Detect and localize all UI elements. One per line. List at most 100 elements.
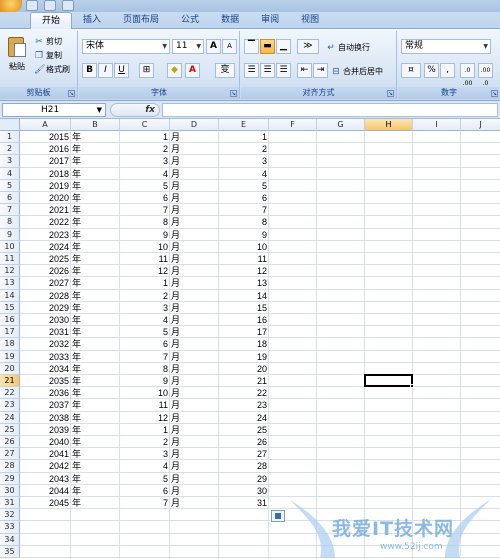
cell-b7[interactable]: 年 bbox=[71, 204, 119, 216]
cell-b23[interactable]: 年 bbox=[71, 399, 119, 411]
cell-c23[interactable]: 11 bbox=[120, 399, 168, 411]
cell-d3[interactable]: 月 bbox=[170, 155, 218, 167]
redo-icon[interactable] bbox=[62, 0, 74, 11]
cell-c21[interactable]: 9 bbox=[120, 375, 168, 387]
tab-1[interactable]: 插入 bbox=[72, 12, 112, 29]
cell-c25[interactable]: 1 bbox=[120, 424, 168, 436]
tab-4[interactable]: 数据 bbox=[210, 12, 250, 29]
grow-font-button[interactable]: A bbox=[206, 39, 221, 54]
cell-c30[interactable]: 6 bbox=[120, 485, 168, 497]
cell-c15[interactable]: 3 bbox=[120, 302, 168, 314]
wrap-text-button[interactable]: ↵ 自动换行 bbox=[326, 41, 370, 54]
cell-e23[interactable]: 23 bbox=[219, 399, 267, 411]
row-header[interactable]: 5 bbox=[0, 179, 20, 192]
cell-c24[interactable]: 12 bbox=[120, 412, 168, 424]
cell-b27[interactable]: 年 bbox=[71, 448, 119, 460]
cell-c1[interactable]: 1 bbox=[120, 131, 168, 143]
cell-a25[interactable]: 2039 bbox=[20, 424, 69, 436]
cell-d22[interactable]: 月 bbox=[170, 387, 218, 399]
cell-d16[interactable]: 月 bbox=[170, 314, 218, 326]
fill-color-button[interactable]: ◆ bbox=[167, 63, 182, 78]
cell-d18[interactable]: 月 bbox=[170, 338, 218, 350]
cell-b31[interactable]: 年 bbox=[71, 497, 119, 509]
cell-b29[interactable]: 年 bbox=[71, 473, 119, 485]
row-header[interactable]: 2 bbox=[0, 143, 20, 156]
cell-b5[interactable]: 年 bbox=[71, 180, 119, 192]
cell-e11[interactable]: 11 bbox=[219, 253, 267, 265]
cell-c10[interactable]: 10 bbox=[120, 241, 168, 253]
cell-b19[interactable]: 年 bbox=[71, 351, 119, 363]
cell-e26[interactable]: 26 bbox=[219, 436, 267, 448]
cell-c8[interactable]: 8 bbox=[120, 216, 168, 228]
cell-e10[interactable]: 10 bbox=[219, 241, 267, 253]
column-header-g[interactable]: G bbox=[317, 119, 365, 131]
row-header[interactable]: 3 bbox=[0, 155, 20, 168]
cell-c12[interactable]: 12 bbox=[120, 265, 168, 277]
row-header[interactable]: 25 bbox=[0, 423, 20, 436]
accounting-format-button[interactable]: ¤ bbox=[401, 63, 421, 78]
cell-e8[interactable]: 8 bbox=[219, 216, 267, 228]
column-header-d[interactable]: D bbox=[170, 119, 219, 131]
cell-b16[interactable]: 年 bbox=[71, 314, 119, 326]
cell-c4[interactable]: 4 bbox=[120, 168, 168, 180]
row-header[interactable]: 12 bbox=[0, 265, 20, 278]
cell-d25[interactable]: 月 bbox=[170, 424, 218, 436]
active-cell[interactable] bbox=[364, 374, 413, 388]
row-header[interactable]: 7 bbox=[0, 204, 20, 217]
cell-b26[interactable]: 年 bbox=[71, 436, 119, 448]
cell-c31[interactable]: 7 bbox=[120, 497, 168, 509]
cell-c7[interactable]: 7 bbox=[120, 204, 168, 216]
row-header[interactable]: 9 bbox=[0, 228, 20, 241]
cell-b25[interactable]: 年 bbox=[71, 424, 119, 436]
row-header[interactable]: 16 bbox=[0, 314, 20, 327]
cell-a20[interactable]: 2034 bbox=[20, 363, 69, 375]
cell-b13[interactable]: 年 bbox=[71, 277, 119, 289]
row-header[interactable]: 33 bbox=[0, 521, 20, 534]
cell-e7[interactable]: 7 bbox=[219, 204, 267, 216]
cell-c3[interactable]: 3 bbox=[120, 155, 168, 167]
cell-d31[interactable]: 月 bbox=[170, 497, 218, 509]
cell-a23[interactable]: 2037 bbox=[20, 399, 69, 411]
cell-d1[interactable]: 月 bbox=[170, 131, 218, 143]
select-all-corner[interactable] bbox=[0, 119, 20, 131]
cell-c2[interactable]: 2 bbox=[120, 143, 168, 155]
cell-e31[interactable]: 31 bbox=[219, 497, 267, 509]
alignment-launcher-icon[interactable]: ↘ bbox=[387, 90, 394, 97]
column-header-i[interactable]: I bbox=[413, 119, 461, 131]
row-header[interactable]: 27 bbox=[0, 448, 20, 461]
cell-b9[interactable]: 年 bbox=[71, 229, 119, 241]
cell-b20[interactable]: 年 bbox=[71, 363, 119, 375]
cell-e3[interactable]: 3 bbox=[219, 155, 267, 167]
bold-button[interactable]: B bbox=[82, 63, 97, 78]
cell-a12[interactable]: 2026 bbox=[20, 265, 69, 277]
font-color-button[interactable]: A bbox=[185, 63, 200, 78]
cell-d11[interactable]: 月 bbox=[170, 253, 218, 265]
row-header[interactable]: 4 bbox=[0, 167, 20, 180]
row-header[interactable]: 13 bbox=[0, 277, 20, 290]
cell-a1[interactable]: 2015 bbox=[20, 131, 69, 143]
cell-a16[interactable]: 2030 bbox=[20, 314, 69, 326]
increase-indent-button[interactable]: ⇥ bbox=[313, 63, 328, 78]
cell-a29[interactable]: 2043 bbox=[20, 473, 69, 485]
cell-a18[interactable]: 2032 bbox=[20, 338, 69, 350]
cell-d27[interactable]: 月 bbox=[170, 448, 218, 460]
decrease-decimal-button[interactable]: .00 .0 bbox=[478, 63, 493, 87]
undo-icon[interactable] bbox=[44, 0, 56, 11]
cell-a6[interactable]: 2020 bbox=[20, 192, 69, 204]
cell-e15[interactable]: 15 bbox=[219, 302, 267, 314]
cut-button[interactable]: ✂ 剪切 bbox=[34, 35, 62, 48]
cell-a30[interactable]: 2044 bbox=[20, 485, 69, 497]
cell-b24[interactable]: 年 bbox=[71, 412, 119, 424]
cell-c28[interactable]: 4 bbox=[120, 460, 168, 472]
cell-e21[interactable]: 21 bbox=[219, 375, 267, 387]
cell-c19[interactable]: 7 bbox=[120, 351, 168, 363]
row-header[interactable]: 34 bbox=[0, 533, 20, 546]
row-header[interactable]: 26 bbox=[0, 436, 20, 449]
row-header[interactable]: 17 bbox=[0, 326, 20, 339]
cell-a14[interactable]: 2028 bbox=[20, 290, 69, 302]
increase-decimal-button[interactable]: .0 .00 bbox=[460, 63, 475, 87]
font-launcher-icon[interactable]: ↘ bbox=[230, 90, 237, 97]
align-right-button[interactable]: ☰ bbox=[276, 63, 291, 78]
row-header[interactable]: 21 bbox=[0, 375, 20, 388]
cell-d10[interactable]: 月 bbox=[170, 241, 218, 253]
